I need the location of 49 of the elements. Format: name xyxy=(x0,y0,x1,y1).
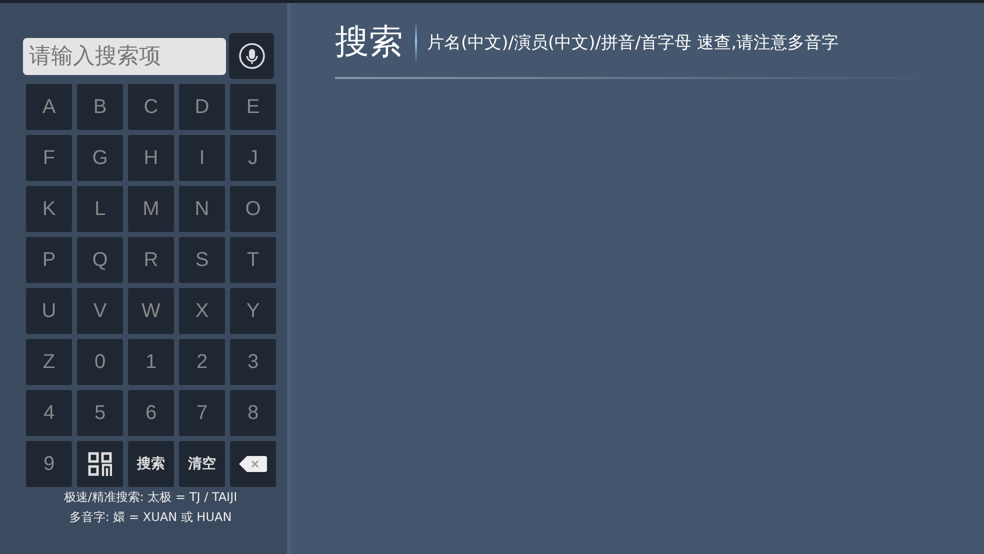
backspace-icon xyxy=(239,456,267,472)
qr-code-icon xyxy=(88,452,112,476)
key-button[interactable]: 6 xyxy=(128,390,174,436)
key-button[interactable]: V xyxy=(77,288,123,334)
backspace-button[interactable] xyxy=(230,441,276,487)
key-button[interactable]: L xyxy=(77,186,123,232)
key-button[interactable]: Z xyxy=(26,339,72,385)
key-button[interactable]: S xyxy=(179,237,225,283)
key-button[interactable]: 7 xyxy=(179,390,225,436)
search-field[interactable]: 请输入搜索项 xyxy=(23,38,226,74)
hint-text: 多音字: 嬛 = XUAN 或 HUAN xyxy=(68,509,233,526)
key-button[interactable]: A xyxy=(26,84,72,130)
key-button[interactable]: 8 xyxy=(230,390,276,436)
key-button[interactable]: W xyxy=(128,288,174,334)
key-button[interactable]: 搜索 xyxy=(128,441,174,487)
key-button[interactable]: 3 xyxy=(230,339,276,385)
key-button[interactable]: E xyxy=(230,84,276,130)
key-button[interactable]: M xyxy=(128,186,174,232)
key-button[interactable]: D xyxy=(179,84,225,130)
key-button[interactable]: R xyxy=(128,237,174,283)
hint-text: 极速/精准搜索: 太极 = TJ / TAIJI xyxy=(62,489,238,506)
qr-code-button[interactable] xyxy=(77,441,123,487)
key-button[interactable]: Y xyxy=(230,288,276,334)
key-button[interactable]: 4 xyxy=(26,390,72,436)
voice-search-button[interactable] xyxy=(229,33,274,79)
microphone-icon xyxy=(238,42,266,70)
key-button[interactable]: G xyxy=(77,135,123,181)
key-button[interactable]: X xyxy=(179,288,225,334)
key-button[interactable]: O xyxy=(230,186,276,232)
key-button[interactable]: B xyxy=(77,84,123,130)
page-title: 搜索 xyxy=(335,21,403,64)
key-button[interactable]: I xyxy=(179,135,225,181)
key-button[interactable]: P xyxy=(26,237,72,283)
key-button[interactable]: 9 xyxy=(26,441,72,487)
key-button[interactable]: 0 xyxy=(77,339,123,385)
key-button[interactable]: U xyxy=(26,288,72,334)
key-button[interactable]: 2 xyxy=(179,339,225,385)
key-button[interactable]: 清空 xyxy=(179,441,225,487)
key-button[interactable]: J xyxy=(230,135,276,181)
key-button[interactable]: T xyxy=(230,237,276,283)
page-subtitle: 片名(中文)/演员(中文)/拼音/首字母 速查,请注意多音字 xyxy=(427,32,839,54)
key-button[interactable]: H xyxy=(128,135,174,181)
key-button[interactable]: C xyxy=(128,84,174,130)
key-button[interactable]: K xyxy=(26,186,72,232)
key-button[interactable]: 1 xyxy=(128,339,174,385)
key-button[interactable]: N xyxy=(179,186,225,232)
key-button[interactable]: 5 xyxy=(77,390,123,436)
key-button[interactable]: Q xyxy=(77,237,123,283)
key-button[interactable]: F xyxy=(26,135,72,181)
